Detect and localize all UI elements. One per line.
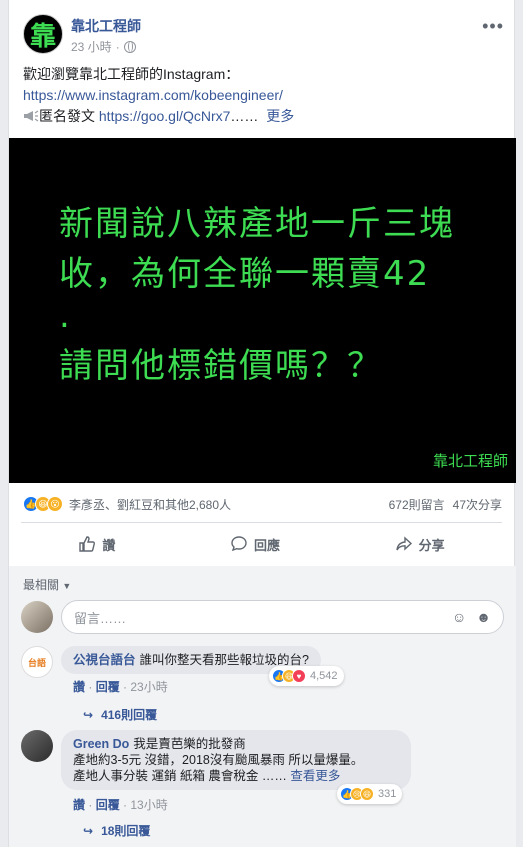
image-text-line2: 收，為何全聯一顆賣42 xyxy=(59,254,431,294)
sort-label: 最相關 xyxy=(23,578,60,592)
commenter-avatar[interactable] xyxy=(21,730,53,762)
post-actions: 讚 回應 分享 xyxy=(21,528,502,560)
love-reaction-icon: ♥ xyxy=(292,669,306,683)
comment-text-line1: 我是賣芭樂的批發商 xyxy=(133,737,246,751)
page-name-link[interactable]: 靠北工程師 xyxy=(71,16,141,36)
divider xyxy=(21,522,502,523)
megaphone-icon xyxy=(24,110,39,122)
view-replies-link[interactable]: ↪ 18則回覆 xyxy=(83,822,150,839)
view-replies-link[interactable]: ↪ 416則回覆 xyxy=(83,706,157,723)
replies-count: 18則回覆 xyxy=(101,824,151,838)
comment-text-line3: 產地人事分裝 運銷 紙箱 農會稅金 …… xyxy=(73,769,287,783)
comment-see-more-link[interactable]: 查看更多 xyxy=(290,769,340,783)
comment-reply-link[interactable]: 回覆 xyxy=(96,680,120,694)
separator-dot: · xyxy=(115,39,120,54)
anon-label: 匿名發文 xyxy=(39,108,95,124)
comment-text: 誰叫你整天看那些報垃圾的台? xyxy=(139,653,309,667)
comment-reactions[interactable]: 👍 😢 😆 331 xyxy=(337,784,403,804)
comment-reactions[interactable]: 👍 😆 ♥ 4,542 xyxy=(269,666,344,686)
image-text-line3: . xyxy=(59,296,72,336)
avatar-text: 台語 xyxy=(27,657,46,668)
caret-down-icon: ▼ xyxy=(62,581,72,591)
comment-like-link[interactable]: 讚 xyxy=(73,680,85,694)
share-label: 分享 xyxy=(418,537,445,553)
comment-actions: 讚 · 回覆 · 13小時 xyxy=(73,798,168,812)
globe-icon xyxy=(123,40,136,53)
sticker-icon[interactable]: ☻ xyxy=(476,609,491,625)
image-text-line4: 請問他標錯價嗎？？ xyxy=(59,346,383,386)
post-header: 靠 靠北工程師 23 小時 · ••• xyxy=(19,12,504,56)
comment-actions: 讚 · 回覆 · 23小時 xyxy=(73,680,168,694)
comment-icon xyxy=(231,536,247,552)
commenter-avatar[interactable]: 台語 xyxy=(21,646,53,678)
comments-section: 最相關 ▼ 留言…… ☺ ☻ 台語 公視台語台誰叫你整天看那些報垃圾的台? 👍 xyxy=(9,566,516,847)
reactors-link[interactable]: 李彥丞、劉紅豆和其他2,680人 xyxy=(69,496,231,513)
comment-reply-link[interactable]: 回覆 xyxy=(96,798,120,812)
reactions-summary: 👍 😆 😮 李彥丞、劉紅豆和其他2,680人 672則留言 47次分享 xyxy=(23,492,502,516)
comment-time[interactable]: 13小時 xyxy=(130,798,167,812)
shares-count-link[interactable]: 47次分享 xyxy=(453,496,502,513)
emoji-icon[interactable]: ☺ xyxy=(452,609,466,625)
comment-author-link[interactable]: Green Do xyxy=(73,737,129,751)
comment-button[interactable]: 回應 xyxy=(230,535,280,554)
post-image[interactable]: 新聞說八辣產地一斤三塊 收，為何全聯一顆賣42 . 請問他標錯價嗎？？ 靠北工程… xyxy=(9,138,516,483)
more-options-icon[interactable]: ••• xyxy=(482,16,504,37)
comment-composer: 留言…… ☺ ☻ xyxy=(21,600,504,634)
instagram-link[interactable]: https://www.instagram.com/kobeengineer/ xyxy=(23,87,283,103)
post-time[interactable]: 23 小時 xyxy=(71,38,112,55)
reply-arrow-icon: ↪ xyxy=(83,823,94,838)
post-text: 歡迎瀏覽靠北工程師的Instagram： https://www.instagr… xyxy=(23,64,502,127)
post-text-line1: 歡迎瀏覽靠北工程師的Instagram： xyxy=(23,66,240,82)
wow-reaction-icon: 😮 xyxy=(47,496,63,512)
comments-count-link[interactable]: 672則留言 xyxy=(389,496,445,513)
current-user-avatar[interactable] xyxy=(21,601,53,633)
like-label: 讚 xyxy=(102,537,116,553)
comment-time[interactable]: 23小時 xyxy=(130,680,167,694)
comment-author-link[interactable]: 公視台語台 xyxy=(73,653,136,667)
ellipsis: …… xyxy=(230,108,259,124)
post-card: 靠 靠北工程師 23 小時 · ••• 歡迎瀏覽靠北工程師的Instagram：… xyxy=(8,0,516,847)
comment-sort-dropdown[interactable]: 最相關 ▼ xyxy=(23,576,71,593)
like-button[interactable]: 讚 xyxy=(78,535,115,554)
image-signature: 靠北工程師 xyxy=(432,452,508,470)
share-icon xyxy=(395,536,412,551)
thumbs-up-icon xyxy=(79,536,96,552)
replies-count: 416則回覆 xyxy=(101,708,158,722)
comment-input[interactable]: 留言…… ☺ ☻ xyxy=(61,600,504,634)
share-button[interactable]: 分享 xyxy=(395,535,445,554)
comment-reaction-count: 331 xyxy=(378,788,397,800)
comment-like-link[interactable]: 讚 xyxy=(73,798,85,812)
comment-label: 回應 xyxy=(253,537,280,553)
see-more-link[interactable]: 更多 xyxy=(266,108,294,124)
comment-text-line2: 產地約3-5元 沒錯，2018沒有颱風暴雨 所以量爆量。 xyxy=(73,753,364,767)
haha-reaction-icon: 😆 xyxy=(360,787,374,801)
post-meta: 23 小時 · xyxy=(71,38,136,55)
comment-reaction-count: 4,542 xyxy=(310,670,338,682)
comment-placeholder: 留言…… xyxy=(74,610,127,626)
comment-bubble: Green Do 我是賣芭樂的批發商 產地約3-5元 沒錯，2018沒有颱風暴雨 … xyxy=(61,730,411,790)
reply-arrow-icon: ↪ xyxy=(83,707,94,722)
page-avatar[interactable]: 靠 xyxy=(23,14,63,54)
image-text-line1: 新聞說八辣產地一斤三塊 xyxy=(59,204,455,244)
anon-link[interactable]: https://goo.gl/QcNrx7 xyxy=(99,108,231,124)
